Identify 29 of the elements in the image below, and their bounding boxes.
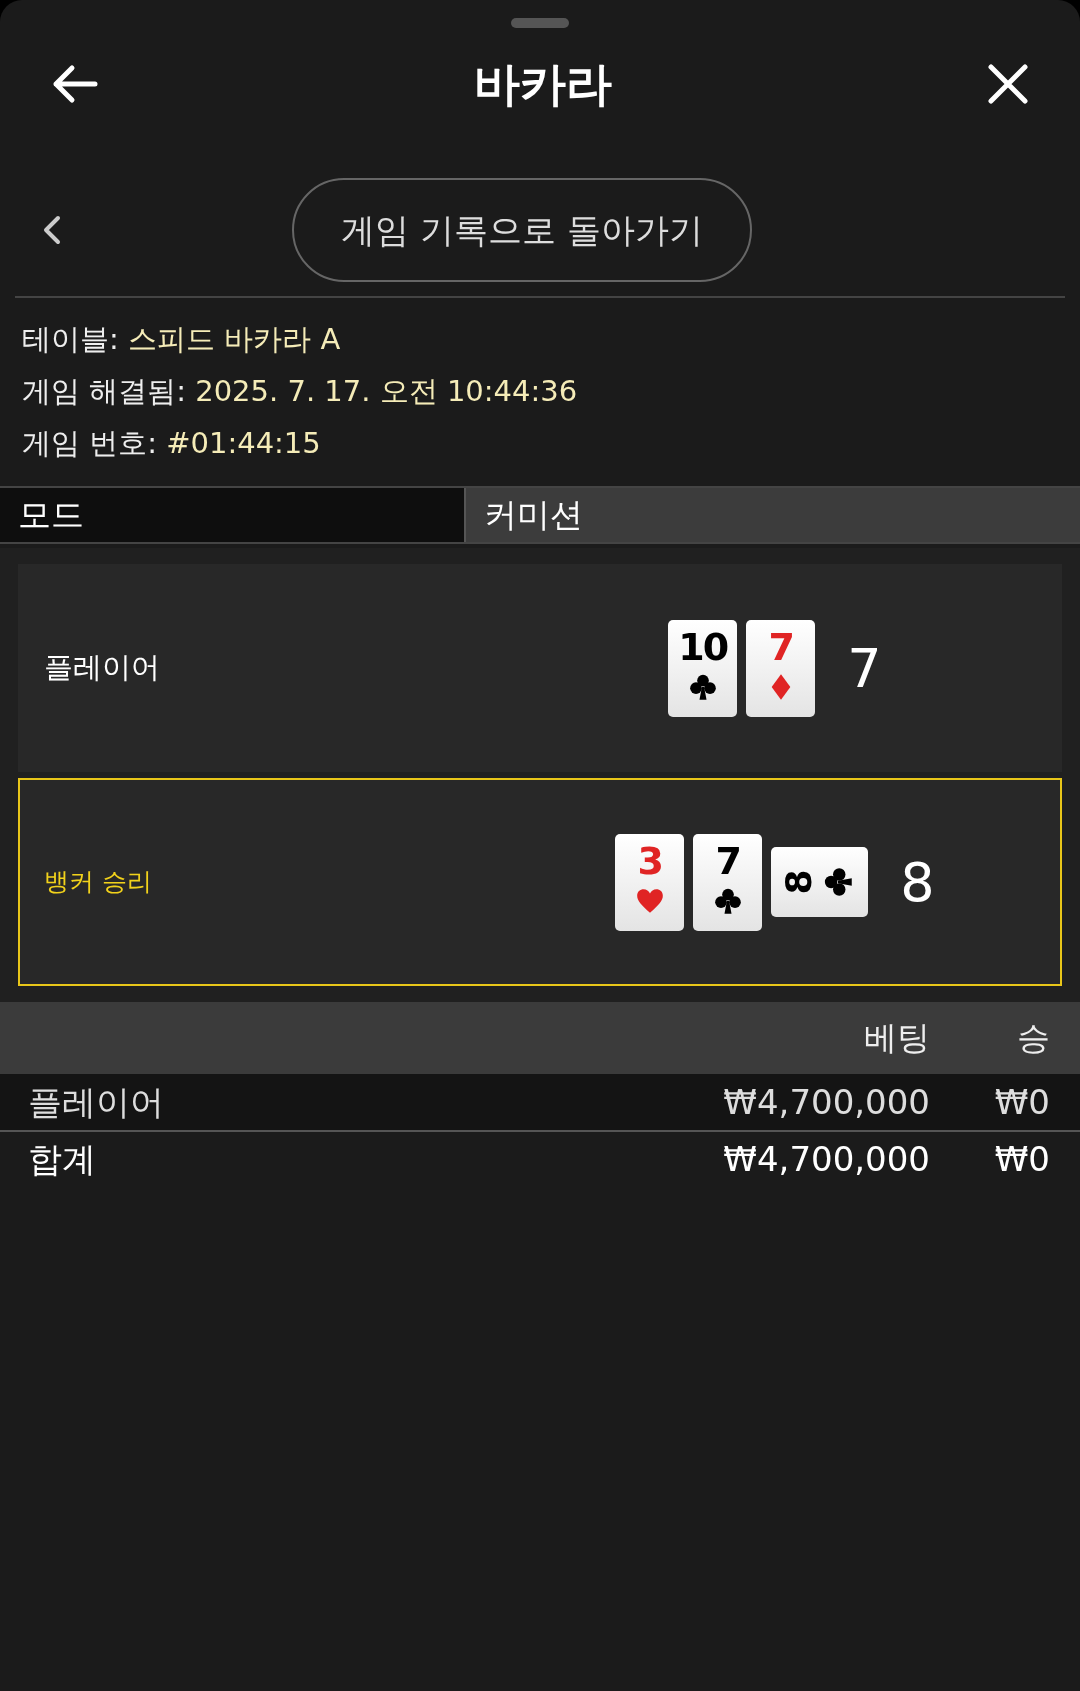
info-line: 게임 번호: #01:44:15	[22, 425, 322, 462]
hand-label: 플레이어	[44, 649, 160, 687]
back-arrow-icon[interactable]	[52, 64, 98, 104]
column-header: 승	[1016, 1017, 1050, 1060]
info-line: 테이블: 스피드 바카라 A	[22, 321, 342, 358]
table-cell-text: 플레이어	[28, 1080, 165, 1124]
column-header: 베팅	[863, 1017, 930, 1060]
table-cell-text: ₩4,700,000	[722, 1137, 930, 1181]
card-rank: 3	[637, 841, 663, 880]
hand-score: 7	[847, 635, 882, 702]
table-cell-text: ₩4,700,000	[722, 1080, 930, 1124]
card-rank: 7	[715, 841, 741, 880]
card-rank: 10	[678, 627, 728, 666]
window-title: 바카라	[474, 55, 612, 113]
card-rank: 7	[768, 627, 794, 666]
chevron-left-icon[interactable]	[42, 215, 62, 245]
hand-score: 8	[900, 849, 935, 916]
mode-label: 모드	[0, 488, 464, 542]
drag-handle[interactable]	[511, 18, 569, 28]
close-icon[interactable]	[988, 64, 1028, 104]
club-icon	[823, 867, 854, 897]
mode-value: 커미션	[464, 488, 1080, 542]
table-cell-text: ₩0	[993, 1137, 1050, 1181]
info-line: 게임 해결됨: 2025. 7. 17. 오전 10:44:36	[22, 373, 579, 410]
table-cell-text: ₩0	[993, 1080, 1050, 1124]
card-rank: 8	[780, 869, 817, 895]
table-cell-text: 합계	[28, 1137, 97, 1181]
hand-label: 뱅커 승리	[44, 866, 152, 899]
back-to-history-button[interactable]: 게임 기록으로 돌아가기	[292, 178, 752, 282]
